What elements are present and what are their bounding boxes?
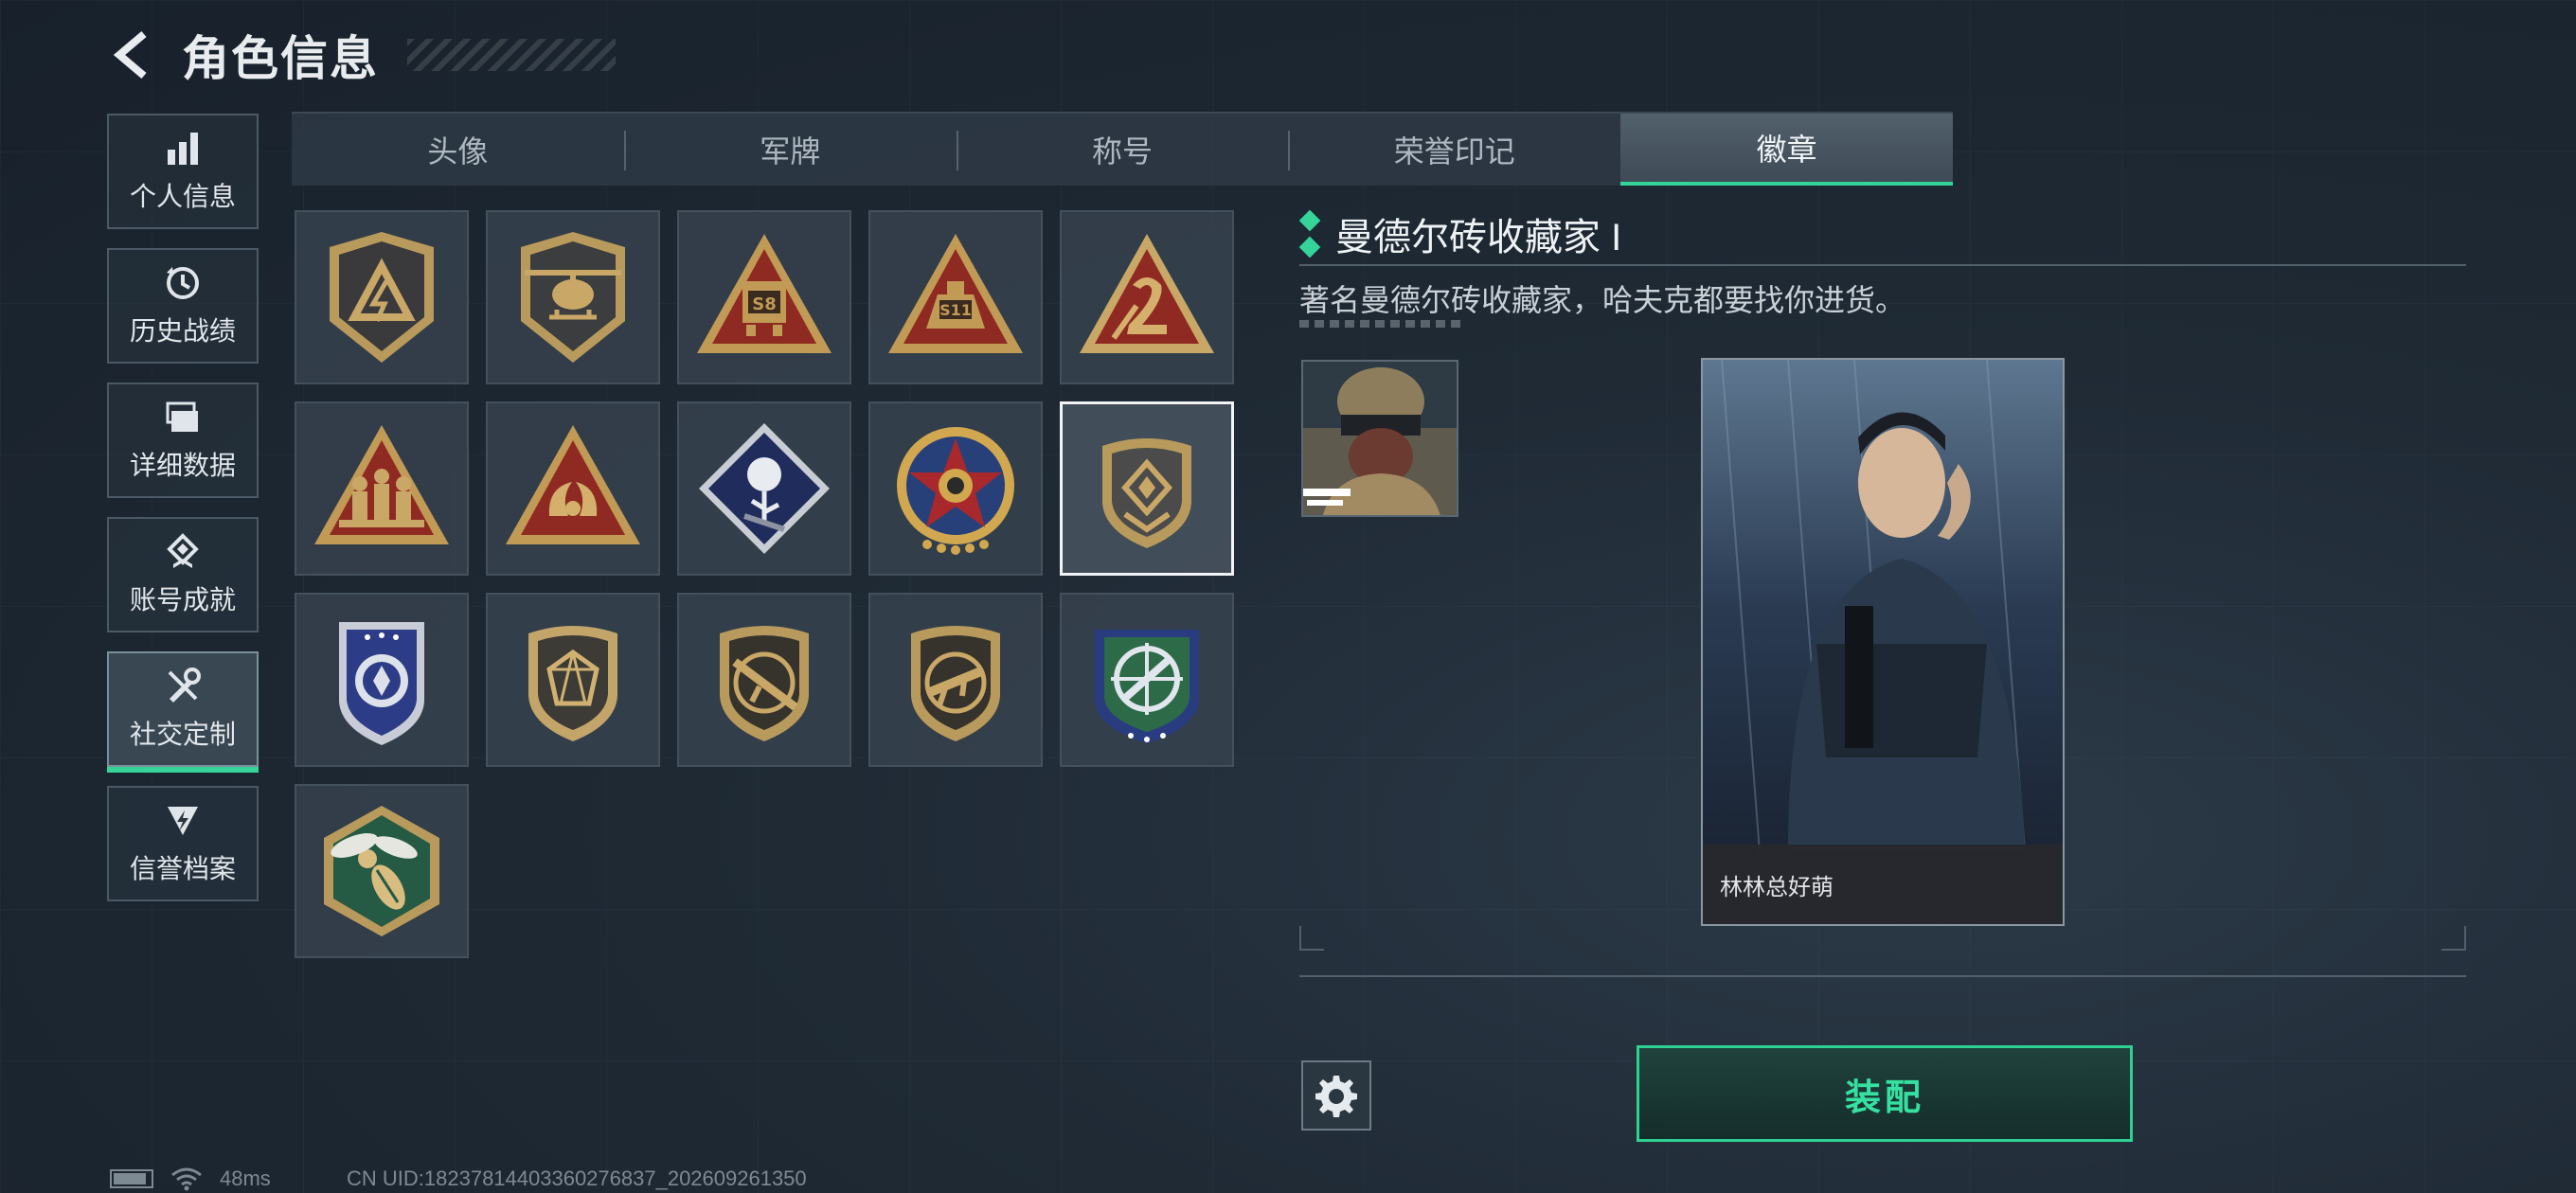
page-title: 角色信息 [182, 32, 379, 85]
badge-item[interactable] [677, 593, 851, 767]
sidebar-item-label: 历史战绩 [129, 316, 236, 346]
equip-button-label: 装配 [1844, 1077, 1924, 1118]
badge-item[interactable]: S11 [868, 210, 1043, 384]
achievement-medal-icon [167, 533, 199, 568]
player-name: 林林总好萌 [1720, 874, 1834, 900]
sidebar-item-label: 信誉档案 [129, 854, 236, 883]
badge-item[interactable] [486, 593, 660, 767]
number-2-triangle-badge-icon [1080, 234, 1214, 353]
status-bar: 48ms [110, 1166, 271, 1191]
equip-button[interactable]: 装配 [1637, 1045, 2133, 1142]
badge-item-selected[interactable] [1060, 401, 1234, 576]
player-name-bar: 林林总好萌 [1703, 845, 2063, 924]
sidebar-item-credit-file[interactable]: 信誉档案 [107, 786, 259, 901]
sidebar-item-personal-info[interactable]: 个人信息 [107, 114, 259, 229]
rose-diamond-badge-icon [699, 423, 830, 554]
player-card: 林林总好萌 [1701, 358, 2065, 926]
soldier-portrait-icon [1303, 362, 1457, 515]
badge-item[interactable] [295, 593, 469, 767]
s8-triangle-badge-icon: S8 [697, 234, 832, 353]
badge-item[interactable] [868, 593, 1043, 767]
ping-value: 48ms [220, 1166, 271, 1190]
rifle-shield-badge-icon [720, 626, 809, 741]
badge-item[interactable] [1060, 210, 1234, 384]
tab-honor-mark[interactable]: 荣誉印记 [1288, 114, 1620, 186]
delta-shield-badge-icon [330, 232, 434, 363]
sidebar-item-label: 账号成就 [129, 585, 236, 614]
badge-item[interactable] [1060, 593, 1234, 767]
bar-chart-icon [168, 133, 198, 165]
tab-avatar[interactable]: 头像 [292, 114, 624, 186]
sidebar-item-history[interactable]: 历史战绩 [107, 248, 259, 364]
wrench-screwdriver-icon [168, 668, 201, 703]
badge-grid: S8 S11 [295, 210, 1234, 958]
badge-item[interactable] [295, 401, 469, 576]
tab-title[interactable]: 称号 [956, 114, 1289, 186]
title-decoration [407, 39, 616, 71]
helicopter-shield-badge-icon [521, 232, 625, 363]
sidebar-item-label: 社交定制 [129, 720, 236, 749]
tab-badge[interactable]: 徽章 [1620, 114, 1953, 186]
battery-icon [110, 1169, 153, 1188]
user-uid: CN UID:18237814403360276837_202609261350 [347, 1166, 807, 1190]
back-button[interactable] [104, 27, 161, 83]
badge-name: 曼德尔砖收藏家 I [1335, 217, 1622, 258]
s11-triangle-badge-icon: S11 [888, 234, 1023, 353]
soldiers-triangle-badge-icon [314, 425, 449, 544]
svg-text:S11: S11 [939, 301, 972, 319]
gem-shield-badge-icon [528, 626, 617, 741]
gear-icon [1315, 1076, 1357, 1117]
smg-shield-badge-icon [911, 626, 1000, 741]
frame-corner [1299, 926, 1324, 951]
wifi-icon [171, 1167, 202, 1191]
credit-shield-icon [168, 807, 198, 835]
blue-wreath-shield-badge-icon [339, 622, 424, 745]
sidebar-item-detailed-data[interactable]: 详细数据 [107, 383, 259, 498]
diamond-marker-icon [1298, 209, 1321, 258]
badge-item[interactable] [868, 401, 1043, 576]
star-medallion-badge-icon [897, 427, 1014, 555]
history-clock-icon [167, 267, 199, 299]
sidebar-item-social-custom[interactable]: 社交定制 [107, 651, 259, 773]
koi-triangle-badge-icon [506, 425, 640, 544]
sidebar-item-label: 个人信息 [129, 182, 236, 211]
sidebar-item-achievements[interactable]: 账号成就 [107, 517, 259, 632]
avatar [1301, 360, 1458, 517]
brick-shield-badge-icon [1102, 438, 1191, 548]
divider [1299, 975, 2466, 977]
settings-button[interactable] [1301, 1060, 1371, 1131]
badge-item[interactable] [486, 210, 660, 384]
page-header: 角色信息 [104, 21, 616, 89]
folder-stack-icon [166, 401, 198, 432]
svg-text:S8: S8 [752, 294, 777, 314]
badge-item[interactable] [486, 401, 660, 576]
sidebar: 个人信息 历史战绩 详细数据 账号成就 社交定制 信誉档案 [107, 114, 259, 901]
description-decoration [1299, 320, 1466, 328]
crosshair-wreath-badge-icon [1095, 630, 1199, 743]
sidebar-item-label: 详细数据 [129, 451, 236, 480]
badge-item[interactable] [677, 401, 851, 576]
character-portrait-icon [1703, 360, 2063, 853]
wasp-hexagon-badge-icon [324, 806, 439, 936]
badge-detail-header: 曼德尔砖收藏家 I [1298, 206, 1622, 261]
badge-description: 著名曼德尔砖收藏家，哈夫克都要找你进货。 [1299, 283, 1906, 317]
frame-corner [2442, 926, 2466, 951]
tab-dog-tag[interactable]: 军牌 [623, 114, 957, 186]
badge-item[interactable] [295, 210, 469, 384]
category-tabs: 头像 军牌 称号 荣誉印记 徽章 [292, 112, 1953, 186]
badge-item[interactable]: S8 [677, 210, 851, 384]
badge-item[interactable] [295, 784, 469, 958]
back-arrow-icon [113, 30, 147, 80]
divider [1299, 264, 2466, 266]
